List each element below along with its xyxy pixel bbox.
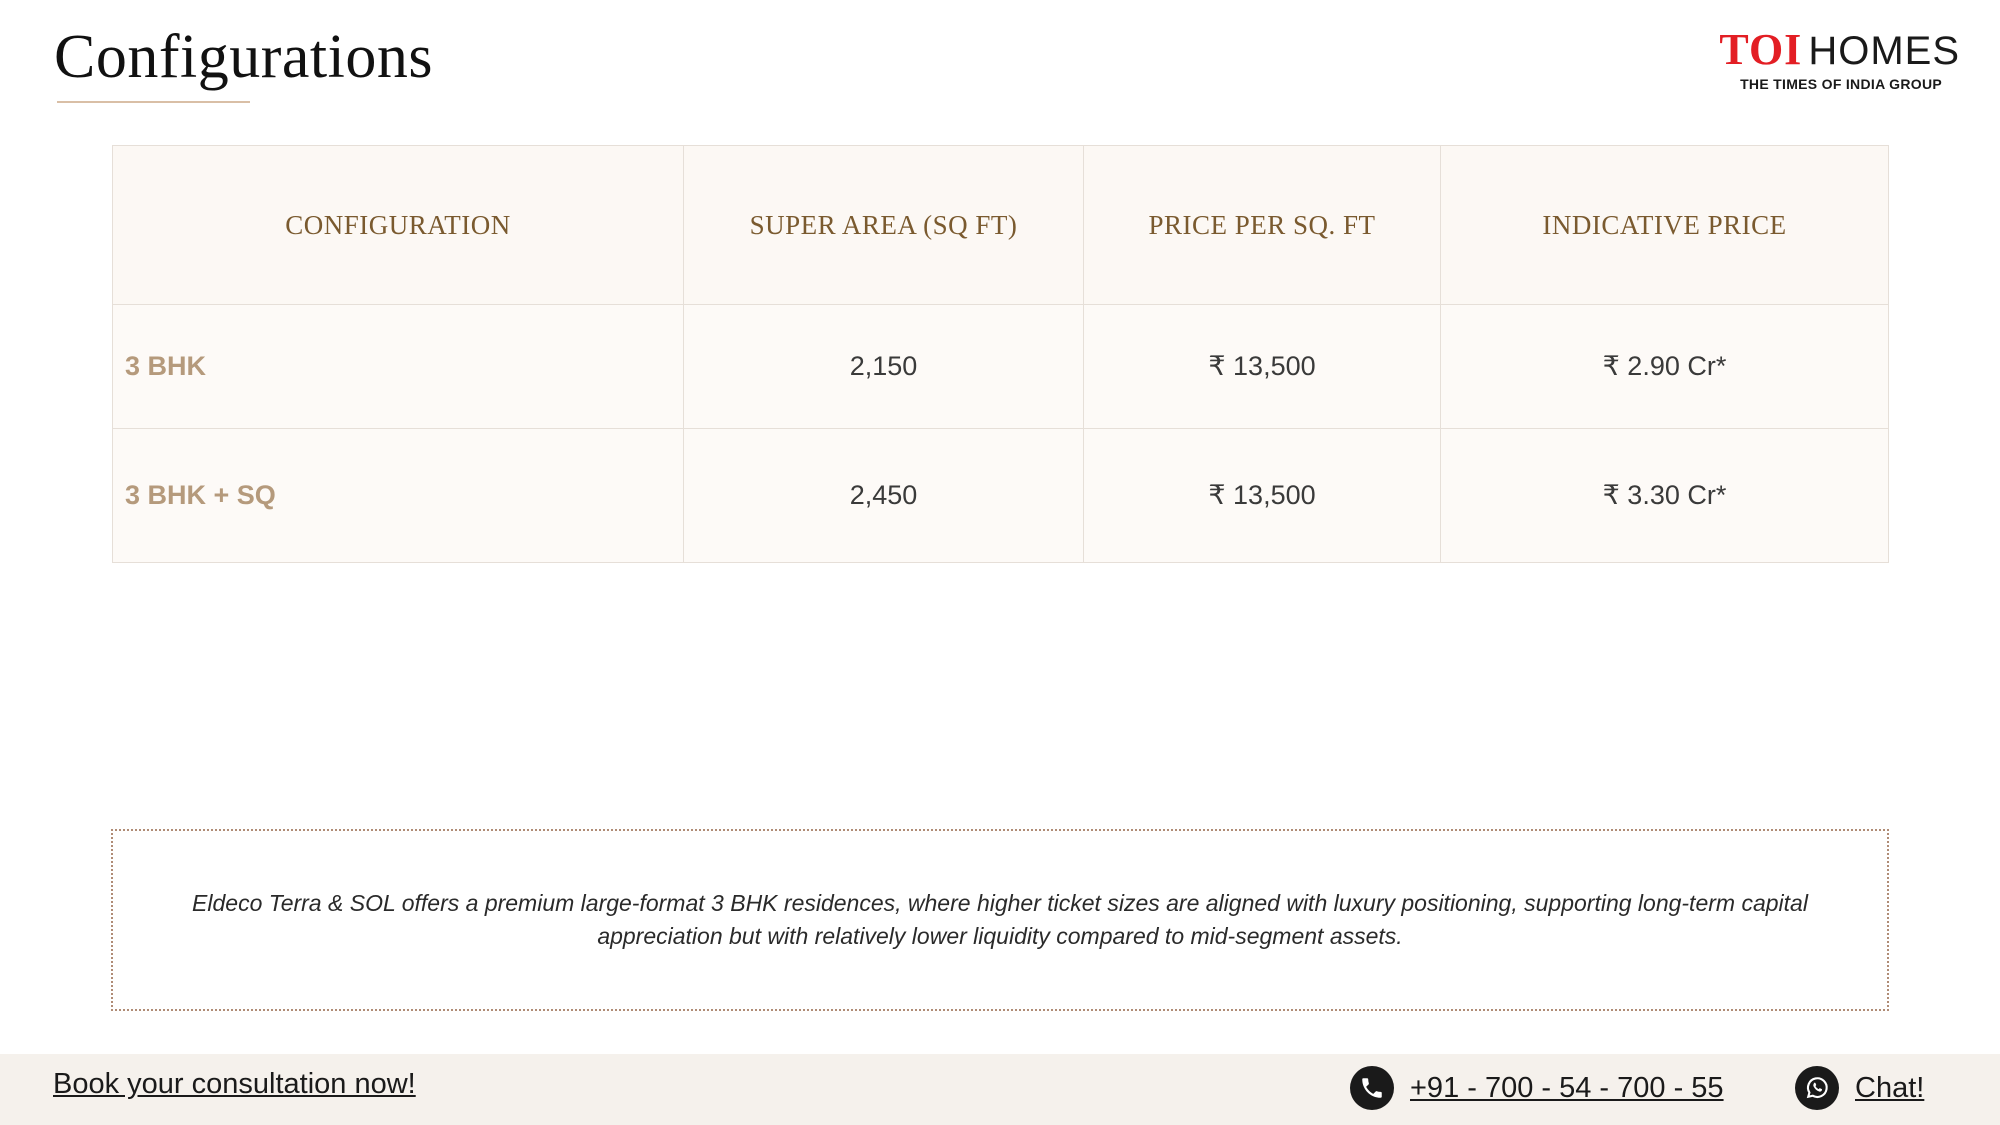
phone-link[interactable]: +91 - 700 - 54 - 700 - 55 (1350, 1066, 1724, 1110)
phone-number: +91 - 700 - 54 - 700 - 55 (1410, 1071, 1724, 1104)
logo-wordmark: TOI HOMES (1710, 28, 1960, 72)
header-price-per-sqft: PRICE PER SQ. FT (1083, 145, 1441, 305)
header-indicative-price: INDICATIVE PRICE (1440, 145, 1889, 305)
logo-tagline: THE TIMES OF INDIA GROUP (1740, 76, 1942, 92)
logo-homes: HOMES (1808, 29, 1960, 73)
page-title: Configurations (54, 23, 433, 91)
table-body: 3 BHK 2,150 ₹ 13,500 ₹ 2.90 Cr* 3 BHK + … (112, 304, 1889, 563)
logo-toi: TOI (1719, 25, 1803, 74)
whatsapp-icon (1795, 1066, 1839, 1110)
table-header-row: CONFIGURATION SUPER AREA (SQ FT) PRICE P… (112, 145, 1889, 305)
header-configuration: CONFIGURATION (112, 145, 684, 305)
footer-bar: Book your consultation now! +91 - 700 - … (0, 1054, 2000, 1125)
table-header: CONFIGURATION SUPER AREA (SQ FT) PRICE P… (112, 145, 1889, 305)
book-consultation-link[interactable]: Book your consultation now! (53, 1068, 416, 1101)
cell-indicative-price: ₹ 2.90 Cr* (1440, 304, 1889, 429)
note-text: Eldeco Terra & SOL offers a premium larg… (192, 890, 1808, 949)
cell-price-per-sqft: ₹ 13,500 (1083, 304, 1441, 429)
table-row: 3 BHK + SQ 2,450 ₹ 13,500 ₹ 3.30 Cr* (112, 428, 1889, 563)
cell-price-per-sqft: ₹ 13,500 (1083, 428, 1441, 563)
toi-homes-logo: TOI HOMES THE TIMES OF INDIA GROUP (1710, 28, 1960, 93)
cell-super-area: 2,150 (683, 304, 1084, 429)
header-super-area: SUPER AREA (SQ FT) (683, 145, 1084, 305)
phone-icon (1350, 1066, 1394, 1110)
chat-link[interactable]: Chat! (1795, 1066, 1924, 1110)
cell-configuration: 3 BHK (112, 304, 684, 429)
cell-indicative-price: ₹ 3.30 Cr* (1440, 428, 1889, 563)
title-underline (57, 101, 250, 103)
note-box: Eldeco Terra & SOL offers a premium larg… (111, 829, 1889, 1011)
configurations-table: CONFIGURATION SUPER AREA (SQ FT) PRICE P… (112, 145, 1889, 563)
table-row: 3 BHK 2,150 ₹ 13,500 ₹ 2.90 Cr* (112, 304, 1889, 429)
cell-configuration: 3 BHK + SQ (112, 428, 684, 563)
cell-super-area: 2,450 (683, 428, 1084, 563)
chat-label: Chat! (1855, 1071, 1925, 1104)
